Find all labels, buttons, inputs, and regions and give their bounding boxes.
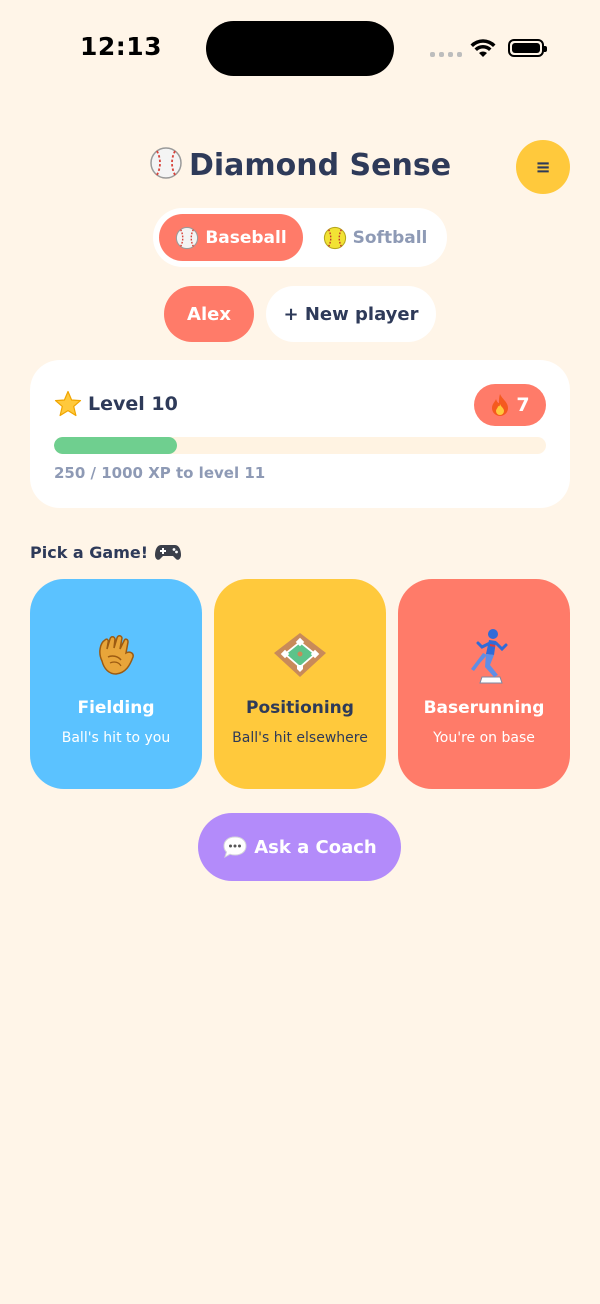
level-title: Level 10: [54, 390, 178, 418]
sport-toggle: Baseball Softball: [153, 208, 447, 267]
game-card-description: You're on base: [433, 730, 535, 746]
level-label: Level 10: [88, 393, 178, 415]
glove-icon: [99, 635, 134, 675]
app-title-text: Diamond Sense: [188, 148, 452, 183]
streak-badge: 7: [474, 384, 546, 426]
sport-option-label: Baseball: [205, 227, 287, 248]
game-card-description: Ball's hit elsewhere: [232, 730, 368, 746]
softball-icon: [323, 226, 346, 249]
xp-progress-fill: [54, 437, 177, 454]
new-player-button[interactable]: + New player: [266, 286, 436, 342]
fire-icon: [492, 394, 509, 416]
app-header: Diamond Sense ≡: [0, 140, 600, 194]
sport-option-label: Softball: [352, 227, 428, 248]
player-selector: Alex + New player: [0, 286, 600, 342]
streak-count: 7: [516, 394, 530, 416]
baseball-icon: [150, 147, 182, 179]
cellular-signal-icon: [430, 52, 462, 57]
status-time: 12:13: [80, 32, 163, 61]
level-card: Level 10 7 250 / 1000 XP to level 11: [30, 360, 570, 508]
game-card-baserunning[interactable]: Baserunning You're on base: [398, 579, 570, 789]
gamepad-icon: [155, 545, 182, 560]
battery-icon: [508, 39, 547, 57]
runner-icon: [471, 629, 508, 684]
speech-bubble-icon: [223, 836, 247, 859]
infield-diamond-icon: [274, 633, 326, 677]
game-card-title: Fielding: [77, 698, 155, 718]
ask-coach-button[interactable]: Ask a Coach: [198, 813, 401, 881]
game-card-description: Ball's hit to you: [61, 730, 171, 746]
ask-coach-label: Ask a Coach: [254, 836, 377, 858]
sport-option-baseball[interactable]: Baseball: [159, 214, 303, 261]
game-card-fielding[interactable]: Fielding Ball's hit to you: [30, 579, 202, 789]
section-title: Pick a Game!: [30, 540, 182, 564]
game-card-title: Baserunning: [423, 698, 545, 718]
xp-text: 250 / 1000 XP to level 11: [54, 464, 266, 482]
sport-option-softball[interactable]: Softball: [309, 214, 441, 261]
xp-progress-bar: [54, 437, 546, 454]
app-title: Diamond Sense: [0, 146, 600, 183]
baseball-icon: [176, 226, 199, 249]
hamburger-icon: ≡: [535, 156, 551, 178]
game-card-positioning[interactable]: Positioning Ball's hit elsewhere: [214, 579, 386, 789]
wifi-icon: [470, 39, 496, 57]
game-card-title: Positioning: [246, 698, 354, 718]
player-chip-alex[interactable]: Alex: [164, 286, 254, 342]
star-icon: [54, 390, 82, 417]
menu-button[interactable]: ≡: [516, 140, 570, 194]
dynamic-island: [206, 21, 394, 76]
status-bar: 12:13: [0, 0, 600, 96]
section-title-text: Pick a Game!: [30, 542, 149, 562]
